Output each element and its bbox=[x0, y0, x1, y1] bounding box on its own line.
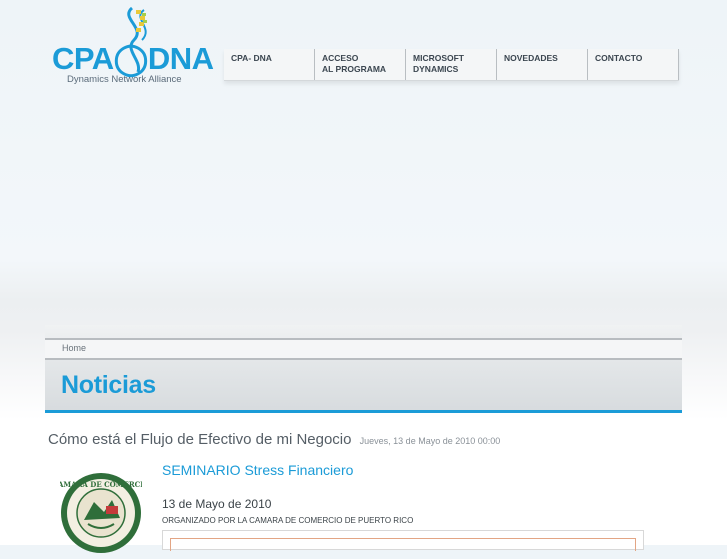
event-date: 13 de Mayo de 2010 bbox=[162, 497, 272, 511]
title-underline bbox=[45, 410, 682, 413]
main-nav: CPA- DNA ACCESO AL PROGRAMA MICROSOFT DY… bbox=[224, 49, 679, 81]
nav-item-acceso[interactable]: ACCESO AL PROGRAMA bbox=[315, 49, 406, 80]
nav-item-microsoft-dynamics[interactable]: MICROSOFT DYNAMICS bbox=[406, 49, 497, 80]
article-date: Jueves, 13 de Mayo de 2010 00:00 bbox=[359, 436, 501, 446]
page-title: Noticias bbox=[61, 371, 156, 399]
event-details-box bbox=[162, 530, 644, 551]
breadcrumb: Home bbox=[45, 338, 682, 360]
logo-wordmark-pre: CPA bbox=[52, 41, 114, 76]
logo-wordmark-ring: ◯ bbox=[113, 41, 149, 76]
logo-subtitle: Dynamics Network Alliance bbox=[67, 74, 182, 85]
logo-wordmark-post: DNA bbox=[147, 41, 214, 76]
site-logo[interactable]: CPA◯DNA Dynamics Network Alliance bbox=[50, 6, 215, 86]
nav-item-contacto[interactable]: CONTACTO bbox=[588, 49, 679, 80]
nav-item-cpa-dna[interactable]: CPA- DNA bbox=[224, 49, 315, 80]
breadcrumb-home-link[interactable]: Home bbox=[62, 343, 86, 353]
nav-item-novedades[interactable]: NOVEDADES bbox=[497, 49, 588, 80]
content-header: Home Noticias bbox=[45, 325, 682, 413]
chamber-seal-image: CAMARA DE COMERCIO bbox=[52, 472, 150, 559]
article-title: Cómo está el Flujo de Efectivo de mi Neg… bbox=[48, 431, 500, 448]
seminar-link[interactable]: SEMINARIO Stress Financiero bbox=[162, 462, 353, 478]
article-title-text: Cómo está el Flujo de Efectivo de mi Neg… bbox=[48, 431, 352, 448]
svg-text:CAMARA DE COMERCIO: CAMARA DE COMERCIO bbox=[60, 480, 142, 489]
logo-wordmark: CPA◯DNA bbox=[52, 43, 214, 74]
event-organizer: ORGANIZADO POR LA CAMARA DE COMERCIO DE … bbox=[162, 516, 414, 525]
